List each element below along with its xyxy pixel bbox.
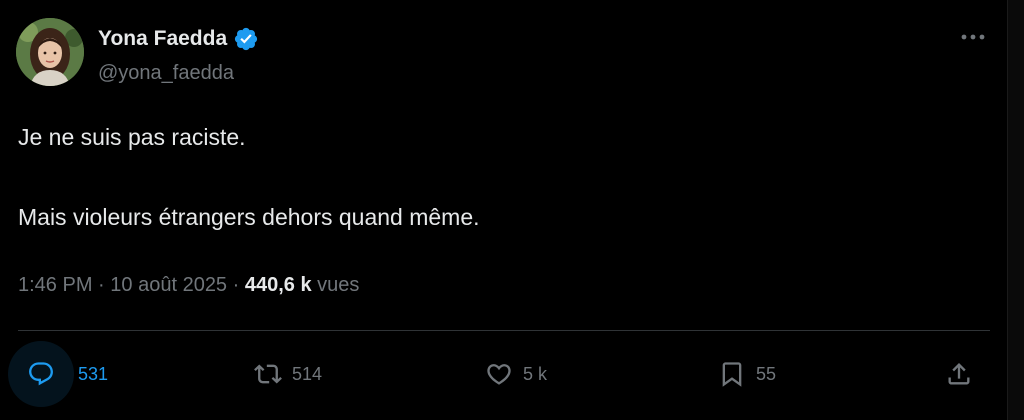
repost-count: 514 — [292, 363, 323, 384]
share-icon — [948, 363, 970, 385]
reply-button[interactable]: 531 — [8, 341, 109, 407]
like-button[interactable]: 5 k — [485, 350, 547, 398]
reply-icon-wrapper — [8, 341, 74, 407]
post-time[interactable]: 1:46 PM — [18, 274, 92, 296]
bookmark-button[interactable]: 55 — [718, 350, 776, 398]
reply-icon — [29, 362, 53, 386]
repost-icon — [254, 364, 282, 384]
avatar[interactable] — [16, 18, 84, 86]
more-options-button[interactable] — [958, 26, 988, 48]
post-text-line: Je ne suis pas raciste. — [18, 124, 246, 150]
bookmark-count: 55 — [756, 363, 777, 384]
reply-count: 531 — [78, 363, 109, 384]
repost-button[interactable]: 514 — [254, 350, 322, 398]
divider — [18, 330, 990, 331]
more-horizontal-icon — [961, 34, 985, 40]
post-date[interactable]: 10 août 2025 — [110, 274, 227, 296]
views-label: vues — [317, 274, 360, 296]
author-display-name[interactable]: Yona Faedda — [98, 26, 227, 52]
post-meta: 1:46 PM · 10 août 2025 · 440,6 k vues — [18, 271, 359, 299]
meta-separator: · — [232, 274, 240, 296]
author-name-row: Yona Faedda — [98, 26, 259, 52]
bookmark-icon — [722, 362, 742, 387]
scrollbar-track[interactable] — [1007, 0, 1024, 420]
meta-separator: · — [98, 274, 105, 296]
post-text-line: Mais violeurs étrangers dehors quand mêm… — [18, 204, 480, 230]
tweet: Yona Faedda @yona_faedda Je ne suis pas … — [0, 0, 1008, 420]
author-handle[interactable]: @yona_faedda — [98, 60, 234, 86]
share-button[interactable] — [945, 350, 973, 398]
heart-icon — [487, 364, 511, 385]
like-count: 5 k — [523, 363, 548, 384]
verified-badge-icon[interactable] — [233, 26, 259, 52]
views-count: 440,6 k — [244, 274, 312, 296]
avatar-image — [16, 18, 84, 86]
